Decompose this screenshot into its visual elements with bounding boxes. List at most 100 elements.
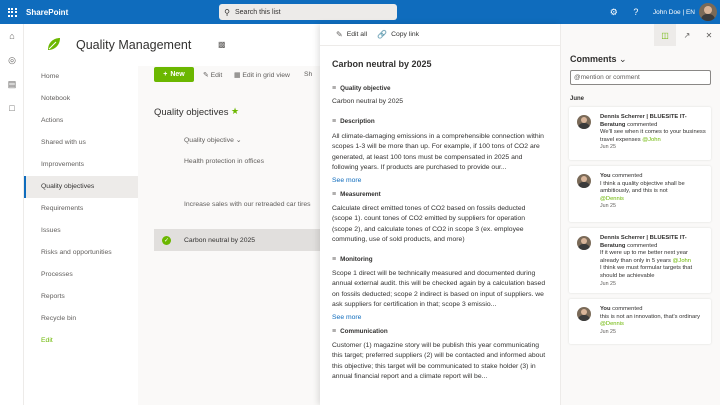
month-label: June <box>570 96 585 102</box>
comments-header[interactable]: Comments ⌄ <box>570 54 720 65</box>
field-measurement[interactable]: ≡ Measurement Calculate direct emitted to… <box>332 189 546 246</box>
comment-date: Jun 25 <box>600 203 616 210</box>
list-row[interactable]: Increase sales with our retreaded car ti… <box>154 193 320 215</box>
mention-link[interactable]: @John <box>642 137 660 143</box>
comment-verb: commented <box>612 173 643 179</box>
comment-verb: commented <box>612 306 643 312</box>
home-icon[interactable]: ⌂ <box>0 24 24 48</box>
site-title[interactable]: Quality Management <box>76 38 191 52</box>
comment-card[interactable]: You commented I think a quality objectiv… <box>569 166 711 222</box>
command-bar: + New ✎ Edit ▦ Edit in grid view Sh <box>138 66 320 84</box>
nav-edit-link[interactable]: Edit <box>24 330 138 352</box>
close-icon[interactable]: ✕ <box>698 24 720 46</box>
user-name[interactable]: John Doe | EN <box>653 9 695 16</box>
column-header-quality-objective[interactable]: Quality objective ⌄ <box>184 136 241 144</box>
app-brand[interactable]: SharePoint <box>26 8 68 17</box>
edit-all-button[interactable]: ✎ Edit all <box>336 30 367 39</box>
nav-item-risks[interactable]: Risks and opportunities <box>24 242 138 264</box>
comment-author: You <box>600 173 611 179</box>
multiline-text-icon: ≡ <box>332 118 337 125</box>
comments-title: Comments <box>570 54 617 64</box>
open-item-icon[interactable]: ↗ <box>676 24 698 46</box>
row-title: Increase sales with our retreaded car ti… <box>184 200 311 208</box>
star-icon[interactable]: ★ <box>231 106 239 117</box>
news-icon[interactable]: ▤ <box>0 72 24 96</box>
document-icon[interactable]: □ <box>0 96 24 120</box>
plus-icon: + <box>163 71 168 78</box>
mention-link[interactable]: @Dennis <box>600 321 624 327</box>
avatar <box>577 307 591 321</box>
comment-text: I think a quality objective shall be amb… <box>600 180 685 195</box>
teams-icon[interactable]: ▩ <box>218 40 226 49</box>
left-navigation: Home Notebook Actions Shared with us Imp… <box>24 66 138 405</box>
panel-title: Carbon neutral by 2025 <box>332 59 432 69</box>
avatar[interactable] <box>699 3 717 21</box>
copy-link-button[interactable]: 🔗 Copy link <box>377 30 419 39</box>
field-value: Scope 1 direct will be technically measu… <box>332 269 546 309</box>
checkmark-icon[interactable]: ✓ <box>162 235 171 245</box>
comment-author: You <box>600 306 611 312</box>
nav-item-processes[interactable]: Processes <box>24 264 138 286</box>
gear-icon[interactable]: ⚙ <box>603 0 625 24</box>
comment-verb: commented <box>627 242 658 249</box>
nav-item-shared-with-us[interactable]: Shared with us <box>24 132 138 154</box>
new-button-label: New <box>170 71 185 78</box>
comment-toggle-icon[interactable]: ◫ <box>654 24 676 46</box>
edit-grid-button[interactable]: ▦ Edit in grid view <box>234 71 290 79</box>
multiline-text-icon: ≡ <box>332 328 337 335</box>
nav-item-requirements[interactable]: Requirements <box>24 198 138 220</box>
avatar <box>577 174 591 188</box>
field-label: Description <box>340 118 375 125</box>
comment-card[interactable]: You commented this is not an innovation,… <box>569 299 711 344</box>
copy-link-label: Copy link <box>391 31 420 38</box>
search-box[interactable]: ⚲ Search this list <box>219 4 397 20</box>
edit-grid-label: Edit in grid view <box>242 72 290 79</box>
share-button[interactable]: Sh <box>304 71 312 78</box>
list-title: Quality objectives <box>154 107 229 118</box>
field-value: Customer (1) magazine story will be publ… <box>332 341 546 381</box>
list-row[interactable]: Health protection in offices <box>154 150 320 172</box>
mention-link[interactable]: @John <box>673 258 691 264</box>
pencil-icon: ✎ <box>336 30 343 39</box>
nav-item-actions[interactable]: Actions <box>24 110 138 132</box>
edit-label: Edit <box>210 72 223 79</box>
nav-item-issues[interactable]: Issues <box>24 220 138 242</box>
link-icon: 🔗 <box>377 30 388 39</box>
nav-item-notebook[interactable]: Notebook <box>24 88 138 110</box>
multiline-text-icon: ≡ <box>332 191 337 198</box>
nav-item-reports[interactable]: Reports <box>24 286 138 308</box>
nav-item-home[interactable]: Home <box>24 66 138 88</box>
new-button[interactable]: + New <box>154 67 194 82</box>
field-communication[interactable]: ≡ Communication Customer (1) magazine sto… <box>332 326 546 383</box>
column-header-label: Quality objective <box>184 137 234 144</box>
chevron-down-icon: ⌄ <box>235 137 242 144</box>
field-description[interactable]: ≡ Description All climate-damaging emissi… <box>332 116 546 184</box>
comment-date: Jun 25 <box>600 328 616 335</box>
field-label: Monitoring <box>340 256 373 263</box>
waffle-icon[interactable] <box>0 0 24 24</box>
comment-input[interactable]: @mention or comment <box>570 70 711 85</box>
comment-card[interactable]: Dennis Scherrer | BLUESITE IT-Beratung c… <box>569 228 711 293</box>
chevron-down-icon: ⌄ <box>619 54 627 64</box>
field-label: Communication <box>340 328 388 335</box>
mention-link[interactable]: @Dennis <box>600 196 624 202</box>
edit-all-label: Edit all <box>346 31 368 38</box>
nav-item-recycle-bin[interactable]: Recycle bin <box>24 308 138 330</box>
see-more-link[interactable]: See more <box>332 314 546 321</box>
edit-button[interactable]: ✎ Edit <box>203 71 222 79</box>
help-icon[interactable]: ? <box>625 0 647 24</box>
leaf-logo-icon <box>48 38 60 50</box>
comment-card[interactable]: Dennis Scherrer | BLUESITE IT-Beratung c… <box>569 107 711 160</box>
field-label: Measurement <box>340 191 381 198</box>
see-more-link[interactable]: See more <box>332 177 546 184</box>
list-row-selected[interactable]: ✓ Carbon neutral by 2025 <box>154 229 320 251</box>
comment-verb: commented <box>627 121 658 128</box>
search-placeholder: Search this list <box>235 8 281 16</box>
comment-text-continued: I think we must formular targets that sh… <box>600 265 693 279</box>
globe-icon[interactable]: ◎ <box>0 48 24 72</box>
comment-text: this is not an innovation, that's ordina… <box>600 313 701 320</box>
field-monitoring[interactable]: ≡ Monitoring Scope 1 direct will be techn… <box>332 254 546 321</box>
field-quality-objective[interactable]: ≡ Quality objective Carbon neutral by 202… <box>332 82 546 108</box>
nav-item-quality-objectives[interactable]: Quality objectives <box>24 176 138 198</box>
nav-item-improvements[interactable]: Improvements <box>24 154 138 176</box>
